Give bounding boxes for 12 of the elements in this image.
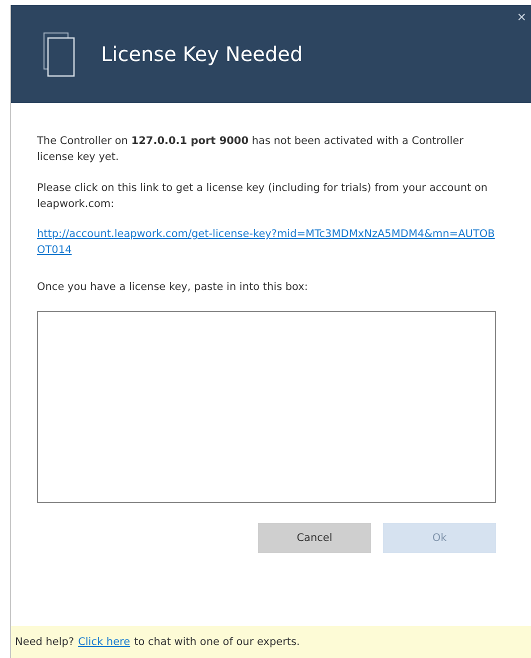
prompt-text: Once you have a license key, paste in into this box: — [37, 280, 309, 295]
close-button[interactable]: × — [515, 9, 528, 26]
license-key-field[interactable] — [37, 310, 496, 503]
dialog-title: License Key Needed — [101, 42, 303, 66]
instruction-text: Please click on this link to get a license key (including for trials) from your account on leapwork.com: — [37, 180, 489, 212]
license-link[interactable]: http://account.leapwork.com/get-license-key?mid=MTc3MDMxNzA5MDM4&mn=AUTOBOT014 — [37, 226, 496, 259]
document-icon — [43, 32, 75, 76]
message-text: The Controller on 127.0.0.1 port 9000 has not been activated with a Controller license key yet. — [37, 134, 464, 166]
chat-link[interactable]: Click here — [78, 636, 130, 648]
help-text: Need help? — [15, 636, 74, 648]
cancel-button[interactable]: Cancel — [258, 522, 371, 553]
help-text: to chat with one of our experts. — [134, 636, 300, 648]
